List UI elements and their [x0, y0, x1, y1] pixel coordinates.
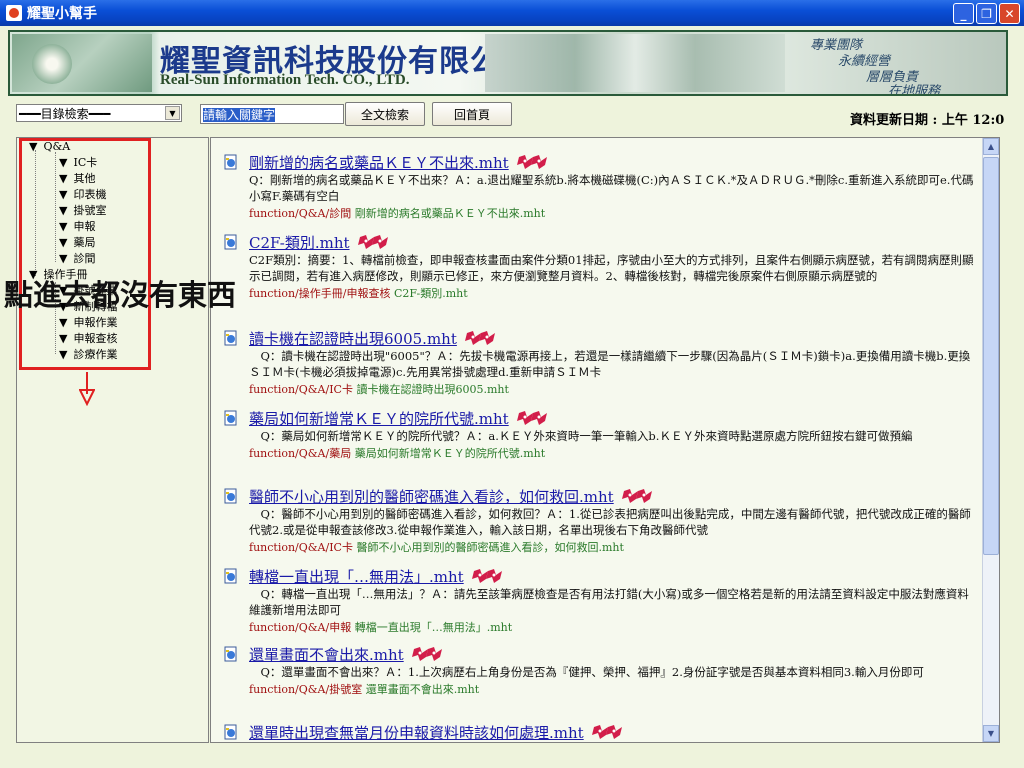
result-snippet: Q：藥局如何新增常ＫＥＹ的院所代號？Ａ：a.ＫＥＹ外來資時一筆一筆輸入b.ＫＥＹ…	[249, 429, 913, 443]
result-snippet: Q：醫師不小心用到別的醫師密碼進入看診，如何救回？Ａ：1.從已診表把病歷叫出後點…	[249, 507, 971, 537]
result-path-folder: function/Q&A/藥局	[249, 447, 352, 460]
hot-badge-icon	[471, 569, 502, 583]
result-path-filename: 藥局如何新增常ＫＥＹ的院所代號.mht	[354, 447, 546, 460]
hot-badge-icon	[591, 725, 622, 739]
result-title-link[interactable]: 還單畫面不會出來.mht	[249, 644, 404, 665]
web-document-icon[interactable]	[223, 154, 239, 170]
result-path-folder: function/Q&A/IC卡	[249, 541, 353, 554]
web-document-icon[interactable]	[223, 330, 239, 346]
result-path: function/Q&A/IC卡 讀卡機在認證時出現6005.mht	[249, 380, 975, 400]
hot-badge-icon	[411, 647, 442, 661]
result-path-folder: function/Q&A/掛號室	[249, 683, 363, 696]
result-path: function/操作手冊/申報查核 C2F-類別.mht	[249, 284, 975, 304]
scroll-up-icon[interactable]: ▲	[983, 138, 999, 155]
result-path-filename: 讀卡機在認證時出現6005.mht	[356, 383, 509, 396]
result-snippet: C2F類別：摘要：1、轉檔前檢查，即申報查核畫面由案件分類01排起，序號由小至大…	[249, 253, 974, 283]
result-snippet: Q：讀卡機在認證時出現"6005"？Ａ：先拔卡機電源再接上，若還是一樣請繼續下一…	[249, 349, 971, 379]
web-document-icon[interactable]	[223, 646, 239, 662]
banner-photo-strip	[485, 34, 785, 92]
result-title-link[interactable]: 剛新增的病名或藥品ＫＥＹ不出來.mht	[249, 152, 509, 173]
directory-select[interactable]: ━━━目錄檢索━━━ ▼	[16, 104, 182, 122]
directory-select-value: ━━━目錄檢索━━━	[19, 106, 111, 121]
search-results-panel: 剛新增的病名或藥品ＫＥＹ不出來.mht Q：剛新增的病名或藥品ＫＥＹ不出來？Ａ：…	[210, 137, 1000, 743]
annotation-note: 點進去都沒有東西	[4, 278, 237, 312]
result-item: 醫師不小心用到別的醫師密碼進入看診，如何救回.mht Q：醫師不小心用到別的醫師…	[223, 486, 975, 558]
web-document-icon[interactable]	[223, 488, 239, 504]
window-title: 耀聖小幫手	[27, 6, 97, 22]
result-title-link[interactable]: 醫師不小心用到別的醫師密碼進入看診，如何救回.mht	[249, 486, 614, 507]
web-document-icon[interactable]	[223, 724, 239, 740]
result-item: 剛新增的病名或藥品ＫＥＹ不出來.mht Q：剛新增的病名或藥品ＫＥＹ不出來？Ａ：…	[223, 152, 975, 224]
result-path: function/Q&A/藥局 藥局如何新增常ＫＥＹ的院所代號.mht	[249, 444, 975, 464]
search-input[interactable]: 請輸入關鍵字	[200, 104, 344, 124]
web-document-icon[interactable]	[223, 234, 239, 250]
minimize-button[interactable]: _	[953, 3, 974, 24]
result-snippet: Q：還單畫面不會出來？Ａ：1.上次病歷右上角身份是否為『健押、榮押、福押』2.身…	[249, 665, 924, 679]
hot-badge-icon	[357, 235, 388, 249]
result-item: 還單畫面不會出來.mht Q：還單畫面不會出來？Ａ：1.上次病歷右上角身份是否為…	[223, 644, 975, 700]
hot-badge-icon	[516, 411, 547, 425]
result-title-link[interactable]: 轉檔一直出現「…無用法」.mht	[249, 566, 464, 587]
result-path-folder: function/操作手冊/申報查核	[249, 287, 391, 300]
result-item: 讀卡機在認證時出現6005.mht Q：讀卡機在認證時出現"6005"？Ａ：先拔…	[223, 328, 975, 400]
result-path: function/Q&A/IC卡 醫師不小心用到別的醫師密碼進入看診，如何救回.…	[249, 538, 975, 558]
update-date-label: 資料更新日期 : 上午 12:0	[850, 113, 1005, 128]
maximize-button[interactable]: ❐	[976, 3, 997, 24]
hot-badge-icon	[621, 489, 652, 503]
result-path: function/Q&A/申報 轉檔一直出現「…無用法」.mht	[249, 618, 975, 638]
company-banner: 耀聖資訊科技股份有限公司 Real-Sun Information Tech. …	[8, 30, 1008, 96]
result-title-link[interactable]: C2F-類別.mht	[249, 232, 350, 253]
hot-badge-icon	[516, 155, 547, 169]
result-title-link[interactable]: 藥局如何新增常ＫＥＹ的院所代號.mht	[249, 408, 509, 429]
company-name-en: Real-Sun Information Tech. CO., LTD.	[160, 72, 410, 88]
result-snippet: Q：剛新增的病名或藥品ＫＥＹ不出來？Ａ：a.退出耀聖系統b.將本機磁碟機(C:)…	[249, 173, 974, 203]
result-title-link[interactable]: 還單時出現查無當月份申報資料時該如何處理.mht	[249, 722, 584, 743]
red-down-arrow-icon	[79, 372, 95, 406]
result-path-filename: 轉檔一直出現「…無用法」.mht	[354, 621, 513, 634]
close-button[interactable]: ✕	[999, 3, 1020, 24]
directory-tree-panel: ▼ Q&A ▼ IC卡 ▼ 其他 ▼ 印表機 ▼ 掛號室 ▼ 申報 ▼ 藥局 ▼ 診間 ▼ 操…	[16, 137, 209, 743]
result-title-link[interactable]: 讀卡機在認證時出現6005.mht	[249, 328, 457, 349]
result-item: C2F-類別.mht C2F類別：摘要：1、轉檔前檢查，即申報查核畫面由案件分類…	[223, 232, 975, 304]
result-snippet: Q：轉檔一直出現「…無用法」？Ａ：請先至該筆病歷檢查是否有用法打錯(大小寫)或多…	[249, 587, 969, 617]
result-path: function/Q&A/診間 剛新增的病名或藥品ＫＥＹ不出來.mht	[249, 204, 975, 224]
result-item: 還單時出現查無當月份申報資料時該如何處理.mht	[223, 722, 975, 742]
result-path-filename: 剛新增的病名或藥品ＫＥＹ不出來.mht	[354, 207, 546, 220]
result-path-filename: 還單畫面不會出來.mht	[365, 683, 480, 696]
hot-badge-icon	[464, 331, 495, 345]
home-button[interactable]: 回首頁	[432, 102, 512, 126]
chevron-down-icon[interactable]: ▼	[165, 106, 180, 120]
red-highlight-box	[19, 138, 151, 370]
window-titlebar: 耀聖小幫手 _ ❐ ✕	[0, 0, 1024, 26]
result-path-folder: function/Q&A/申報	[249, 621, 352, 634]
web-document-icon[interactable]	[223, 410, 239, 426]
results-scrollbar[interactable]: ▲ ▼	[982, 138, 999, 742]
scroll-down-icon[interactable]: ▼	[983, 725, 999, 742]
fulltext-search-button[interactable]: 全文檢索	[345, 102, 425, 126]
web-document-icon[interactable]	[223, 568, 239, 584]
result-item: 藥局如何新增常ＫＥＹ的院所代號.mht Q：藥局如何新增常ＫＥＹ的院所代號？Ａ：…	[223, 408, 975, 464]
scrollbar-thumb[interactable]	[983, 157, 999, 555]
result-path: function/Q&A/掛號室 還單畫面不會出來.mht	[249, 680, 975, 700]
slogan-line-4: 在地服務	[888, 84, 941, 96]
result-path-filename: C2F-類別.mht	[393, 287, 468, 300]
result-path-folder: function/Q&A/診間	[249, 207, 352, 220]
banner-logo-image	[12, 34, 152, 92]
result-path-filename: 醫師不小心用到別的醫師密碼進入看診，如何救回.mht	[356, 541, 624, 554]
result-item: 轉檔一直出現「…無用法」.mht Q：轉檔一直出現「…無用法」？Ａ：請先至該筆病…	[223, 566, 975, 638]
app-icon	[6, 5, 22, 21]
search-input-text: 請輸入關鍵字	[203, 108, 276, 122]
result-path-folder: function/Q&A/IC卡	[249, 383, 353, 396]
